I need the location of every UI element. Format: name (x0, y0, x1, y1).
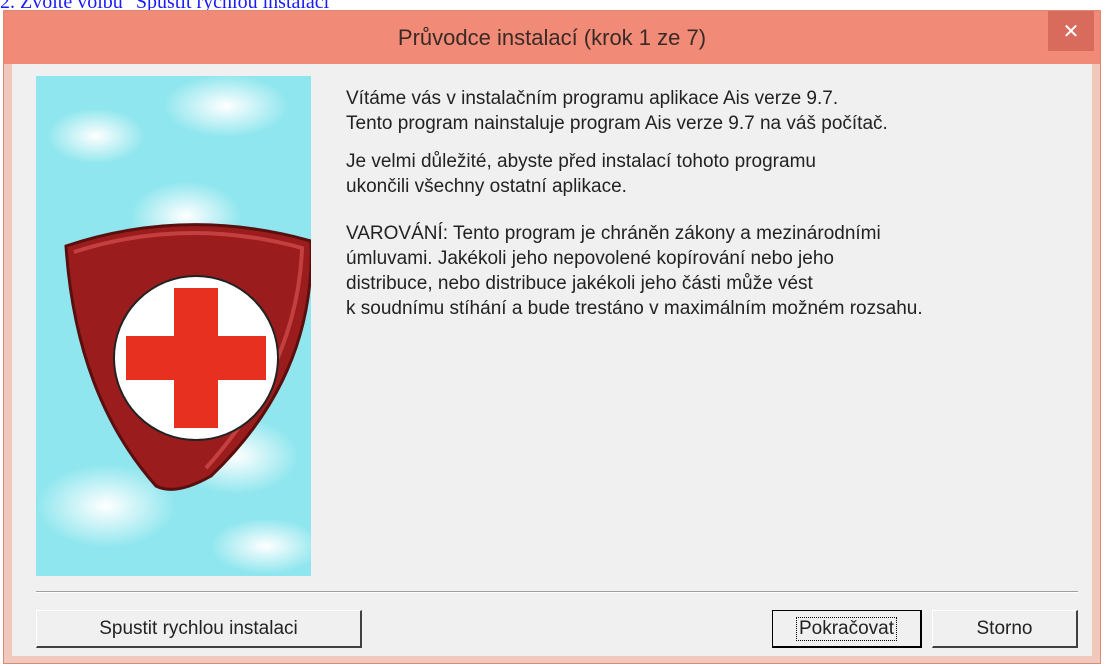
button-separator (36, 591, 1078, 593)
quick-install-button[interactable]: Spustit rychlou instalaci (36, 610, 362, 648)
side-banner-image (36, 76, 311, 576)
cancel-button[interactable]: Storno (932, 610, 1078, 648)
text-line: ukončili všechny ostatní aplikace. (346, 176, 627, 197)
paragraph-warning: VAROVÁNÍ: Tento program je chráněn zákon… (346, 221, 1076, 321)
text-line: úmluvami. Jakékoli jeho nepovolené kopír… (346, 248, 834, 269)
cross-horizontal (126, 336, 266, 380)
title-bar[interactable]: Průvodce instalací (krok 1 ze 7) ✕ (4, 11, 1100, 64)
red-cross-shield-icon (64, 223, 311, 491)
window-title: Průvodce instalací (krok 1 ze 7) (397, 25, 707, 50)
close-icon: ✕ (1062, 20, 1080, 43)
installer-window: Průvodce instalací (krok 1 ze 7) ✕ Vítám… (3, 10, 1101, 664)
text-line: distribuce, nebo distribuce jakékoli jeh… (346, 273, 813, 294)
text-line: Je velmi důležité, abyste před instalací… (346, 151, 816, 172)
continue-button-label: Pokračovat (795, 616, 898, 641)
continue-button[interactable]: Pokračovat (772, 610, 922, 648)
text-line: Tento program nainstaluje program Ais ve… (346, 113, 888, 134)
text-line: VAROVÁNÍ: Tento program je chráněn zákon… (346, 223, 881, 244)
welcome-text: Vítáme vás v instalačním programu aplika… (346, 86, 1076, 334)
text-line: Vítáme vás v instalačním programu aplika… (346, 88, 839, 109)
paragraph-welcome: Vítáme vás v instalačním programu aplika… (346, 86, 1076, 136)
paragraph-close-apps: Je velmi důležité, abyste před instalací… (346, 149, 1076, 199)
close-button[interactable]: ✕ (1048, 11, 1094, 51)
dialog-client-area: Vítáme vás v instalačním programu aplika… (12, 64, 1092, 656)
text-line: k soudnímu stíhání a bude trestáno v max… (346, 298, 923, 319)
